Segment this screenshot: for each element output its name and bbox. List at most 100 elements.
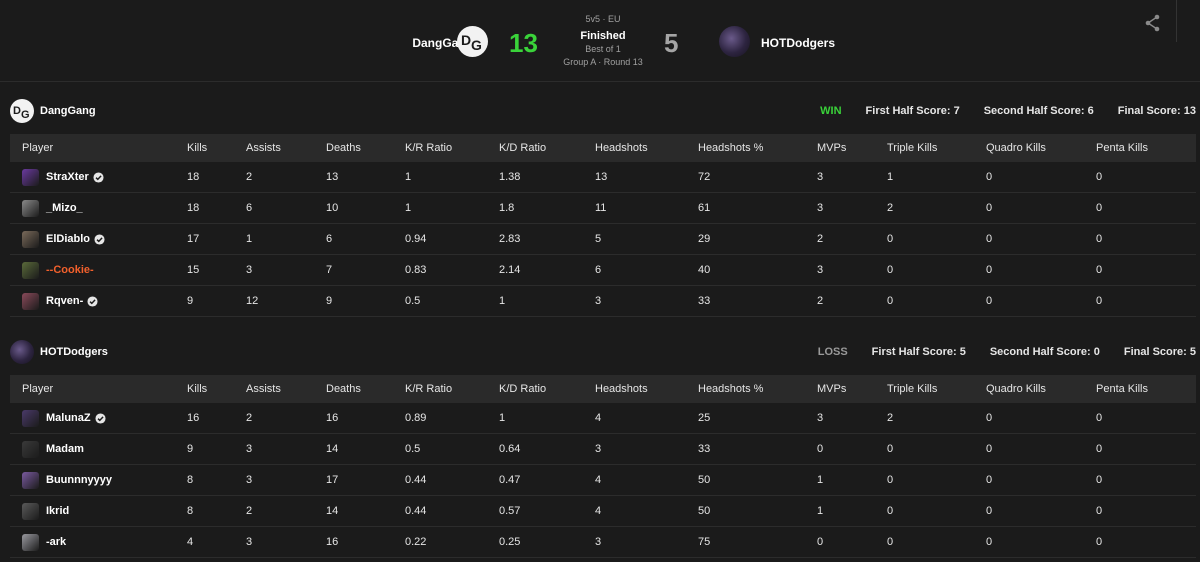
- avatar[interactable]: [22, 409, 39, 427]
- player-link[interactable]: Ikrid: [22, 502, 187, 520]
- share-button[interactable]: [1143, 13, 1163, 33]
- stat-penta-kills: 0: [1096, 162, 1196, 193]
- column-header-kd-ratio[interactable]: K/D Ratio: [499, 375, 595, 403]
- stat-headshots: 3: [595, 526, 698, 558]
- player-cell: --Cookie-: [10, 254, 187, 286]
- column-header-mvps[interactable]: MVPs: [817, 134, 887, 162]
- stat-triple-kills: 1: [887, 162, 986, 193]
- column-header-penta-kills[interactable]: Penta Kills: [1096, 375, 1196, 403]
- stat-headshots: 3: [595, 285, 698, 317]
- player-cell: -ark: [10, 526, 187, 558]
- column-header-player[interactable]: Player: [10, 375, 187, 403]
- stat-kd-ratio: 0.47: [499, 464, 595, 496]
- avatar[interactable]: [22, 292, 39, 310]
- column-header-kills[interactable]: Kills: [187, 375, 246, 403]
- stat-kr-ratio: 0.5: [405, 285, 499, 317]
- player-link[interactable]: --Cookie-: [22, 261, 187, 279]
- stat-headshots: 6: [595, 254, 698, 286]
- stat-deaths: 13: [326, 162, 405, 193]
- player-name[interactable]: Madam: [46, 443, 84, 455]
- player-name[interactable]: --Cookie-: [46, 264, 94, 276]
- column-header-headshots[interactable]: Headshots: [595, 375, 698, 403]
- team-a-final: Final Score: 13: [1117, 105, 1196, 117]
- column-header-kr-ratio[interactable]: K/R Ratio: [405, 134, 499, 162]
- player-name[interactable]: StraXter: [46, 171, 89, 183]
- player-link[interactable]: MalunaZ: [22, 409, 187, 427]
- column-header-kills[interactable]: Kills: [187, 134, 246, 162]
- stat-kr-ratio: 1: [405, 162, 499, 193]
- avatar[interactable]: [22, 230, 39, 248]
- stat-penta-kills: 0: [1096, 464, 1196, 496]
- avatar[interactable]: [22, 199, 39, 217]
- stat-triple-kills: 0: [887, 285, 986, 317]
- table-row: -ark 4 3 16 0.22 0.25 3 75 0 0 0 0: [10, 526, 1196, 558]
- player-link[interactable]: Rqven-: [22, 292, 187, 310]
- column-header-headshots-pct[interactable]: Headshots %: [698, 375, 817, 403]
- stat-penta-kills: 0: [1096, 254, 1196, 286]
- player-cell: Ikrid: [10, 495, 187, 527]
- avatar[interactable]: [22, 533, 39, 551]
- stat-triple-kills: 0: [887, 526, 986, 558]
- stat-triple-kills: 0: [887, 464, 986, 496]
- stat-deaths: 7: [326, 254, 405, 286]
- player-name[interactable]: MalunaZ: [46, 412, 91, 424]
- stat-headshots: 4: [595, 495, 698, 527]
- column-header-assists[interactable]: Assists: [246, 375, 326, 403]
- column-header-quadro-kills[interactable]: Quadro Kills: [986, 134, 1096, 162]
- stat-kills: 18: [187, 192, 246, 224]
- stat-kr-ratio: 0.44: [405, 495, 499, 527]
- column-header-kr-ratio[interactable]: K/R Ratio: [405, 375, 499, 403]
- team-b-logo[interactable]: [719, 26, 750, 57]
- column-header-deaths[interactable]: Deaths: [326, 375, 405, 403]
- table-row: MalunaZ 16 2 16 0.89 1 4 25 3 2 0 0: [10, 403, 1196, 434]
- stat-assists: 12: [246, 285, 326, 317]
- stat-mvps: 1: [817, 495, 887, 527]
- player-link[interactable]: Buunnnyyyy: [22, 471, 187, 489]
- player-link[interactable]: Madam: [22, 440, 187, 458]
- player-name[interactable]: Rqven-: [46, 295, 83, 307]
- avatar[interactable]: [22, 168, 39, 186]
- column-header-mvps[interactable]: MVPs: [817, 375, 887, 403]
- team-b-small-logo: [10, 340, 34, 364]
- player-name[interactable]: Buunnnyyyy: [46, 474, 112, 486]
- team-a-bar: D G DangGang WIN First Half Score: 7 Sec…: [0, 96, 1200, 126]
- column-header-headshots[interactable]: Headshots: [595, 134, 698, 162]
- stat-mvps: 0: [817, 433, 887, 465]
- player-link[interactable]: _Mizo_: [22, 199, 187, 217]
- stat-quadro-kills: 0: [986, 526, 1096, 558]
- team-b-score: 5: [664, 28, 679, 58]
- avatar[interactable]: [22, 261, 39, 279]
- column-header-penta-kills[interactable]: Penta Kills: [1096, 134, 1196, 162]
- player-link[interactable]: -ark: [22, 533, 187, 551]
- column-header-quadro-kills[interactable]: Quadro Kills: [986, 375, 1096, 403]
- stat-triple-kills: 0: [887, 433, 986, 465]
- column-header-deaths[interactable]: Deaths: [326, 134, 405, 162]
- column-header-player[interactable]: Player: [10, 134, 187, 162]
- team-a-logo[interactable]: D G: [457, 26, 488, 57]
- column-header-kd-ratio[interactable]: K/D Ratio: [499, 134, 595, 162]
- svg-text:D: D: [13, 105, 21, 117]
- stat-assists: 2: [246, 495, 326, 527]
- player-cell: Buunnnyyyy: [10, 464, 187, 496]
- column-header-assists[interactable]: Assists: [246, 134, 326, 162]
- stat-kr-ratio: 0.94: [405, 223, 499, 255]
- player-link[interactable]: ElDiablo: [22, 230, 187, 248]
- stat-kd-ratio: 0.64: [499, 433, 595, 465]
- player-name[interactable]: ElDiablo: [46, 233, 90, 245]
- column-header-triple-kills[interactable]: Triple Kills: [887, 375, 986, 403]
- stat-kd-ratio: 1.8: [499, 192, 595, 224]
- stat-kills: 15: [187, 254, 246, 286]
- team-b-name[interactable]: HOTDodgers: [761, 36, 835, 50]
- player-name[interactable]: _Mizo_: [46, 202, 83, 214]
- avatar[interactable]: [22, 440, 39, 458]
- stat-kills: 18: [187, 162, 246, 193]
- avatar[interactable]: [22, 471, 39, 489]
- player-name[interactable]: -ark: [46, 536, 66, 548]
- column-header-headshots-pct[interactable]: Headshots %: [698, 134, 817, 162]
- column-header-triple-kills[interactable]: Triple Kills: [887, 134, 986, 162]
- stat-quadro-kills: 0: [986, 223, 1096, 255]
- player-name[interactable]: Ikrid: [46, 505, 69, 517]
- avatar[interactable]: [22, 502, 39, 520]
- player-link[interactable]: StraXter: [22, 168, 187, 186]
- stat-headshots-pct: 25: [698, 403, 817, 434]
